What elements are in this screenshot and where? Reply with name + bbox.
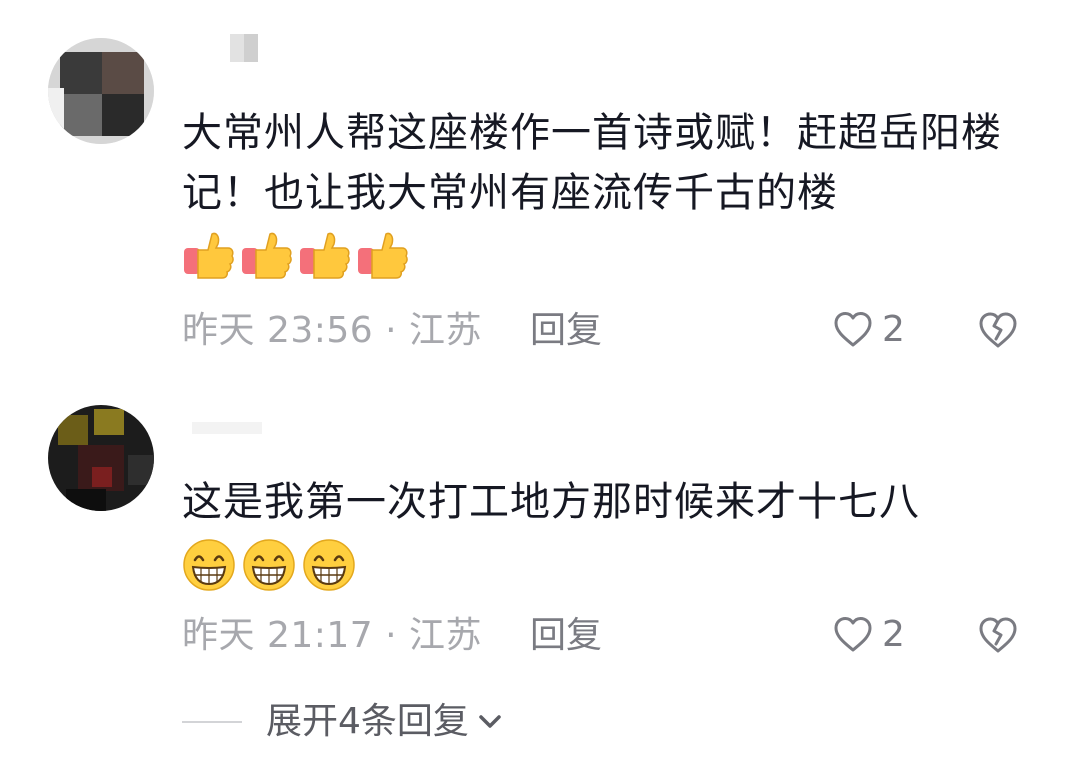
like-button[interactable]: 2 bbox=[832, 614, 905, 656]
grinning-face-icon bbox=[303, 539, 355, 591]
grinning-face-icon bbox=[243, 539, 295, 591]
reply-button[interactable]: 回复 bbox=[530, 616, 602, 656]
emoji-row bbox=[182, 538, 356, 592]
thumbs-up-icon bbox=[184, 232, 234, 279]
dislike-button[interactable] bbox=[976, 309, 1020, 355]
heart-outline-icon bbox=[834, 312, 872, 347]
comment-timestamp-location: 昨天 21:17 · 江苏 bbox=[182, 615, 483, 656]
comment-text: 这是我第一次打工地方那时候来才十七八 bbox=[182, 479, 920, 525]
expand-replies-button[interactable]: 展开4条回复 bbox=[182, 700, 505, 744]
emoji-row bbox=[182, 228, 408, 280]
reply-button[interactable]: 回复 bbox=[530, 311, 602, 351]
grinning-face-icon bbox=[183, 539, 235, 591]
broken-heart-icon bbox=[979, 312, 1017, 348]
like-count: 2 bbox=[882, 614, 905, 655]
thumbs-up-icon bbox=[358, 232, 408, 279]
avatar[interactable] bbox=[48, 405, 154, 511]
like-count: 2 bbox=[882, 309, 905, 350]
like-button[interactable]: 2 bbox=[832, 309, 905, 351]
thumbs-up-icon bbox=[300, 232, 350, 279]
comment-item: 大常州人帮这座楼作一首诗或赋！赶超岳阳楼记！也让我大常州有座流传千古的楼 昨天 … bbox=[0, 0, 1080, 380]
avatar[interactable] bbox=[48, 38, 154, 144]
dislike-button[interactable] bbox=[976, 614, 1020, 660]
comment-text: 大常州人帮这座楼作一首诗或赋！赶超岳阳楼记！也让我大常州有座流传千古的楼 bbox=[182, 110, 1002, 216]
comment-item: 这是我第一次打工地方那时候来才十七八 昨天 21:17 · 江苏 回复 2 bbox=[0, 380, 1080, 680]
comment-timestamp-location: 昨天 23:56 · 江苏 bbox=[182, 310, 483, 351]
chevron-down-icon bbox=[479, 715, 501, 728]
thumbs-up-icon bbox=[242, 232, 292, 279]
heart-outline-icon bbox=[834, 617, 872, 652]
divider bbox=[182, 721, 242, 723]
broken-heart-icon bbox=[979, 617, 1017, 653]
expand-replies-label: 展开4条回复 bbox=[266, 701, 469, 742]
username-blurred[interactable] bbox=[182, 30, 272, 66]
username-blurred[interactable] bbox=[182, 410, 272, 446]
